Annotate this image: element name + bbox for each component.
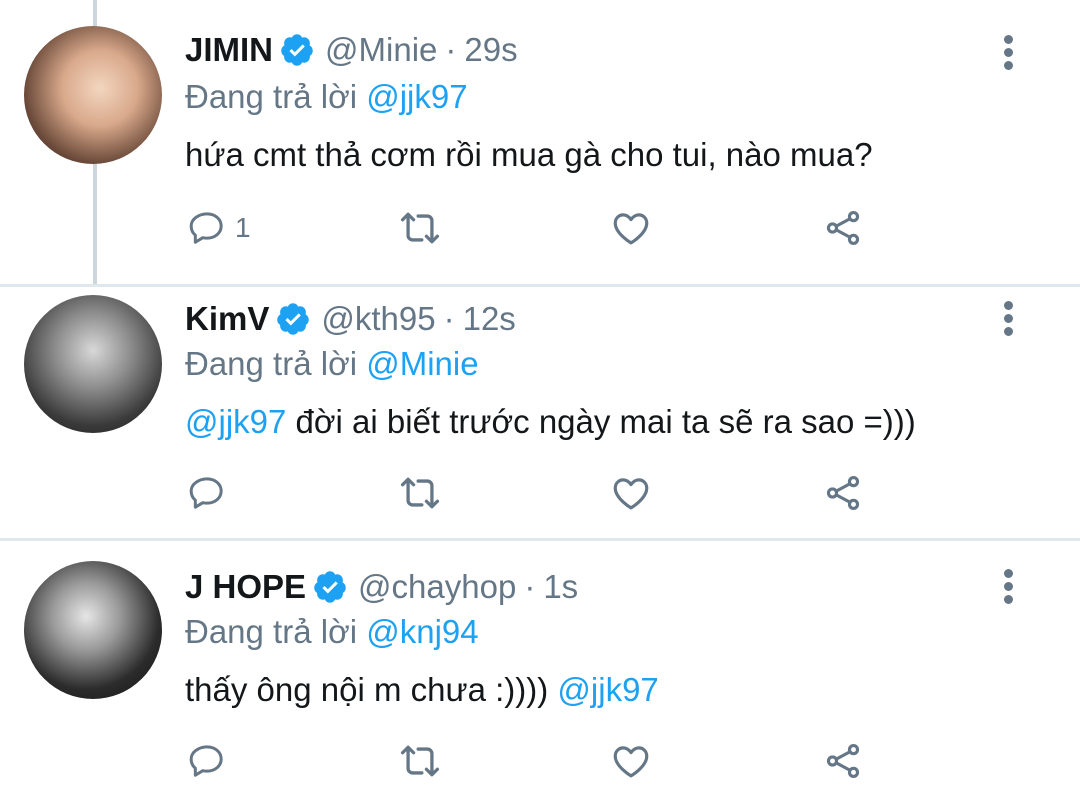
verified-badge-icon <box>281 34 313 66</box>
tweet-actions <box>0 738 1080 784</box>
reply-button[interactable] <box>187 470 235 516</box>
verified-badge-icon <box>314 571 346 603</box>
share-icon <box>826 476 860 510</box>
share-button[interactable] <box>822 205 864 251</box>
share-icon <box>826 744 860 778</box>
reply-count: 1 <box>235 212 251 243</box>
replying-to: Đang trả lời @Minie <box>185 345 479 383</box>
separator-dot: · <box>524 568 536 605</box>
user-handle[interactable]: @chayhop <box>358 568 516 606</box>
retweet-button[interactable] <box>398 470 442 516</box>
reply-button[interactable] <box>187 738 235 784</box>
tweet-header: KimV @kth95 · 12s <box>185 299 516 339</box>
replying-to-mention[interactable]: @jjk97 <box>366 78 467 115</box>
tweet-text-body: đời ai biết trước ngày mai ta sẽ ra sao … <box>286 403 916 440</box>
heart-icon <box>613 746 649 778</box>
like-button[interactable] <box>610 738 652 784</box>
tweet-text-body: hứa cmt thả cơm rồi mua gà cho tui, nào … <box>185 136 873 173</box>
replying-to-mention[interactable]: @knj94 <box>366 613 478 650</box>
like-button[interactable] <box>610 470 652 516</box>
like-button[interactable] <box>610 205 652 251</box>
avatar[interactable] <box>24 295 162 433</box>
replying-to-label: Đang trả lời <box>185 613 358 650</box>
replying-to: Đang trả lời @knj94 <box>185 613 479 651</box>
tweet-mention[interactable]: @jjk97 <box>557 671 658 708</box>
tweet-actions: 1 <box>0 205 1080 251</box>
share-button[interactable] <box>822 738 864 784</box>
tweet-text-body: thấy ông nội m chưa :)))) <box>185 671 558 708</box>
tweet-text: thấy ông nội m chưa :)))) @jjk97 <box>185 671 659 709</box>
replying-to-label: Đang trả lời <box>185 345 358 382</box>
more-vertical-icon[interactable] <box>1001 35 1015 71</box>
tweet-text: hứa cmt thả cơm rồi mua gà cho tui, nào … <box>185 136 873 174</box>
display-name[interactable]: JIMIN <box>185 31 273 69</box>
timestamp: 12s <box>462 300 516 337</box>
avatar[interactable] <box>24 561 162 699</box>
reply-bubble-icon <box>189 477 223 509</box>
more-vertical-icon[interactable] <box>1001 569 1015 605</box>
avatar[interactable] <box>24 26 162 164</box>
tweet[interactable]: KimV @kth95 · 12s Đang trả lời @Minie @j… <box>0 287 1080 537</box>
replying-to: Đang trả lời @jjk97 <box>185 78 468 116</box>
tweet-mention[interactable]: @jjk97 <box>185 403 286 440</box>
share-icon <box>826 211 860 245</box>
more-vertical-icon[interactable] <box>1001 301 1015 337</box>
retweet-icon <box>400 212 440 244</box>
tweet[interactable]: J HOPE @chayhop · 1s Đang trả lời @knj94… <box>0 541 1080 807</box>
user-handle[interactable]: @Minie <box>325 31 437 69</box>
retweet-button[interactable] <box>398 738 442 784</box>
replying-to-label: Đang trả lời <box>185 78 358 115</box>
tweet-header: J HOPE @chayhop · 1s <box>185 567 578 607</box>
reply-bubble-icon <box>189 745 223 777</box>
separator-dot: · <box>445 31 457 68</box>
user-handle[interactable]: @kth95 <box>321 300 435 338</box>
display-name[interactable]: KimV <box>185 300 269 338</box>
retweet-button[interactable] <box>398 205 442 251</box>
tweet[interactable]: JIMIN @Minie · 29s Đang trả lời @jjk97 h… <box>0 0 1080 286</box>
display-name[interactable]: J HOPE <box>185 568 306 606</box>
replying-to-mention[interactable]: @Minie <box>366 345 478 382</box>
tweet-actions <box>0 470 1080 516</box>
retweet-icon <box>400 477 440 509</box>
retweet-icon <box>400 745 440 777</box>
heart-icon <box>613 478 649 510</box>
timestamp: 1s <box>543 568 579 605</box>
separator-dot: · <box>443 300 455 337</box>
tweet-text: @jjk97 đời ai biết trước ngày mai ta sẽ … <box>185 403 916 441</box>
verified-badge-icon <box>277 303 310 335</box>
tweet-header: JIMIN @Minie · 29s <box>185 30 518 70</box>
reply-bubble-icon <box>189 212 223 244</box>
reply-button[interactable]: 1 <box>187 205 251 251</box>
heart-icon <box>613 213 649 245</box>
timestamp: 29s <box>464 31 518 68</box>
share-button[interactable] <box>822 470 864 516</box>
